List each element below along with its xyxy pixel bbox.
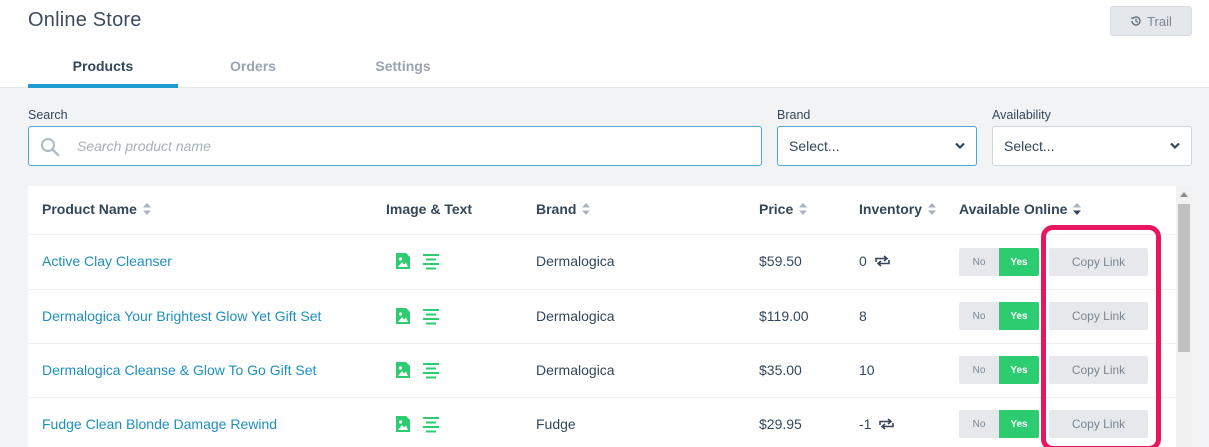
inventory-cell: -1 <box>859 416 895 432</box>
product-name-link[interactable]: Dermalogica Cleanse & Glow To Go Gift Se… <box>42 362 316 378</box>
column-header-image-text: Image & Text <box>386 201 472 217</box>
toggle-no-option[interactable]: No <box>959 248 999 276</box>
row-divider <box>28 289 1176 290</box>
align-center-icon[interactable] <box>423 415 439 433</box>
available-online-toggle[interactable]: No Yes <box>959 410 1039 438</box>
column-header-brand[interactable]: Brand <box>536 201 591 217</box>
chevron-down-icon <box>955 142 965 150</box>
sort-icon <box>799 203 808 215</box>
product-name-link[interactable]: Active Clay Cleanser <box>42 253 172 269</box>
row-divider <box>28 234 1176 235</box>
sort-icon <box>142 203 151 215</box>
available-online-toggle[interactable]: No Yes <box>959 356 1039 384</box>
column-header-label: Product Name <box>42 201 137 217</box>
search-box[interactable] <box>28 126 762 166</box>
column-header-label: Image & Text <box>386 201 473 217</box>
inventory-value: 8 <box>859 308 867 324</box>
row-icons <box>395 361 439 379</box>
brand-cell: Dermalogica <box>536 362 615 378</box>
product-name-link[interactable]: Fudge Clean Blonde Damage Rewind <box>42 416 277 432</box>
row-divider <box>28 343 1176 344</box>
scroll-thumb[interactable] <box>1178 204 1190 352</box>
price-cell: $59.50 <box>759 253 802 269</box>
column-header-inventory[interactable]: Inventory <box>859 201 937 217</box>
trail-button-label: Trail <box>1147 13 1172 29</box>
available-online-toggle[interactable]: No Yes <box>959 302 1039 330</box>
image-file-icon[interactable] <box>395 361 411 379</box>
image-file-icon[interactable] <box>395 415 411 433</box>
brand-label: Brand <box>777 108 811 122</box>
column-header-label: Price <box>759 201 794 217</box>
table-scrollbar[interactable] <box>1176 186 1192 447</box>
brand-select[interactable]: Select... <box>777 126 977 166</box>
align-center-icon[interactable] <box>423 361 439 379</box>
align-center-icon[interactable] <box>423 252 439 270</box>
row-divider <box>28 397 1176 398</box>
column-header-label: Brand <box>536 201 577 217</box>
sort-icon <box>1073 203 1082 215</box>
copy-link-button[interactable]: Copy Link <box>1049 410 1148 438</box>
align-center-icon[interactable] <box>423 307 439 325</box>
scroll-up-arrow[interactable] <box>1180 192 1188 197</box>
column-header-available-online[interactable]: Available Online <box>959 201 1082 217</box>
brand-cell: Dermalogica <box>536 253 615 269</box>
available-online-toggle[interactable]: No Yes <box>959 248 1039 276</box>
toggle-yes-option[interactable]: Yes <box>999 248 1039 276</box>
search-icon <box>40 137 60 157</box>
inventory-value: 10 <box>859 362 875 378</box>
image-file-icon[interactable] <box>395 307 411 325</box>
chevron-down-icon <box>1170 142 1180 150</box>
column-header-product-name[interactable]: Product Name <box>42 201 151 217</box>
copy-link-button[interactable]: Copy Link <box>1049 356 1148 384</box>
history-icon <box>1131 16 1141 26</box>
column-header-price[interactable]: Price <box>759 201 808 217</box>
price-cell: $35.00 <box>759 362 802 378</box>
sync-icon[interactable] <box>878 418 895 430</box>
toggle-no-option[interactable]: No <box>959 302 999 330</box>
row-icons <box>395 252 439 270</box>
price-cell: $119.00 <box>759 308 809 324</box>
price-cell: $29.95 <box>759 416 802 432</box>
availability-select[interactable]: Select... <box>992 126 1192 166</box>
inventory-cell: 8 <box>859 308 867 324</box>
app-title: Online Store <box>28 9 142 31</box>
top-bar: Online Store Trail Products Orders Setti… <box>0 0 1209 88</box>
tab-orders[interactable]: Orders <box>178 58 328 88</box>
product-name-link[interactable]: Dermalogica Your Brightest Glow Yet Gift… <box>42 308 321 324</box>
brand-cell: Dermalogica <box>536 308 615 324</box>
image-file-icon[interactable] <box>395 252 411 270</box>
row-icons <box>395 307 439 325</box>
brand-select-value: Select... <box>789 138 840 154</box>
row-icons <box>395 415 439 433</box>
inventory-cell: 0 <box>859 253 891 269</box>
toggle-yes-option[interactable]: Yes <box>999 410 1039 438</box>
inventory-value: 0 <box>859 253 867 269</box>
copy-link-button[interactable]: Copy Link <box>1049 302 1148 330</box>
toggle-yes-option[interactable]: Yes <box>999 356 1039 384</box>
toggle-no-option[interactable]: No <box>959 356 999 384</box>
tab-settings[interactable]: Settings <box>328 58 478 88</box>
availability-label: Availability <box>992 108 1051 122</box>
availability-select-value: Select... <box>1004 138 1055 154</box>
column-header-label: Available Online <box>959 201 1068 217</box>
toggle-yes-option[interactable]: Yes <box>999 302 1039 330</box>
sort-icon <box>928 203 937 215</box>
inventory-cell: 10 <box>859 362 875 378</box>
brand-cell: Fudge <box>536 416 576 432</box>
inventory-value: -1 <box>859 416 872 432</box>
search-input[interactable] <box>77 135 737 157</box>
toggle-no-option[interactable]: No <box>959 410 999 438</box>
sync-icon[interactable] <box>874 255 891 267</box>
column-header-label: Inventory <box>859 201 923 217</box>
search-label: Search <box>28 108 68 122</box>
copy-link-button[interactable]: Copy Link <box>1049 248 1148 276</box>
sort-icon <box>582 203 591 215</box>
trail-button[interactable]: Trail <box>1110 6 1192 36</box>
tab-products[interactable]: Products <box>28 58 178 88</box>
